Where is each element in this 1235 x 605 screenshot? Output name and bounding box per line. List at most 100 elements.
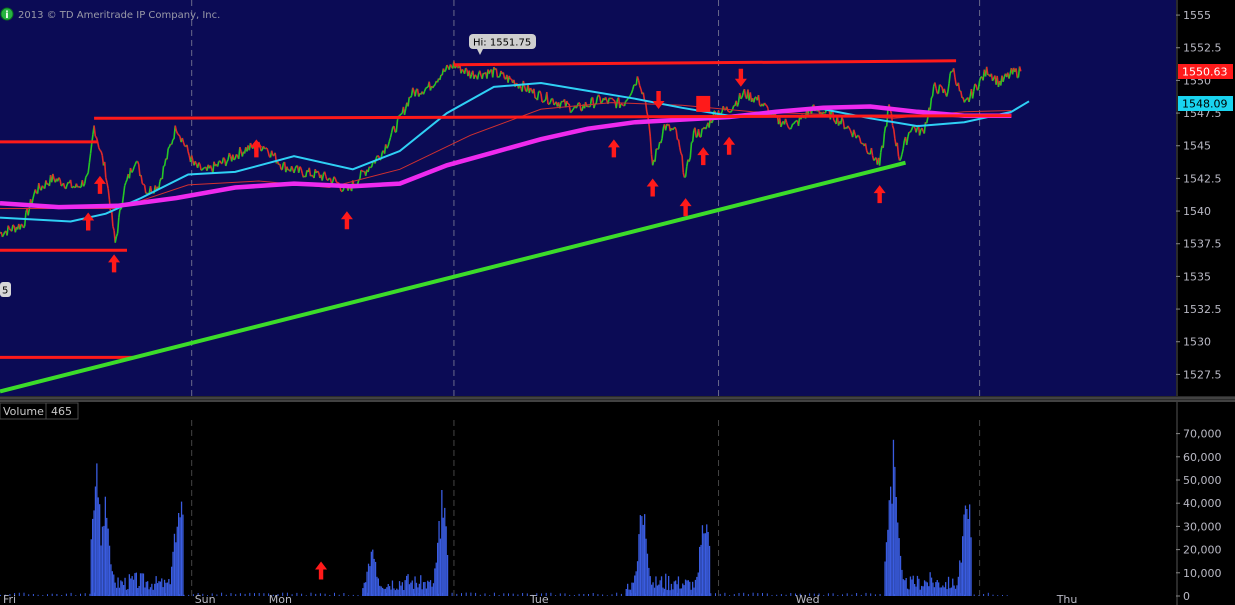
volume-bar (959, 593, 961, 596)
price-segment (134, 161, 138, 165)
volume-tick-label: 70,000 (1183, 428, 1222, 441)
volume-bar (138, 586, 140, 596)
price-segment (873, 158, 876, 162)
price-segment (94, 135, 97, 138)
price-segment (790, 123, 794, 128)
price-segment (138, 164, 141, 177)
volume-bar (645, 538, 647, 596)
volume-bar (885, 542, 888, 596)
volume-bar (890, 486, 892, 596)
price-segment (168, 143, 172, 148)
price-segment (260, 149, 263, 152)
time-tick-label: Wed (796, 593, 820, 605)
volume-bar (432, 594, 434, 596)
volume-bar (894, 466, 896, 596)
price-segment (327, 177, 330, 181)
price-segment (542, 100, 546, 103)
volume-bar (225, 594, 227, 596)
volume-bar (724, 592, 726, 596)
price-segment (579, 102, 582, 111)
price-segment (684, 176, 686, 179)
volume-bar (89, 593, 91, 596)
time-tick-label: Fri (3, 593, 16, 605)
volume-bar (396, 588, 398, 596)
price-segment (334, 177, 338, 182)
volume-bar (692, 581, 694, 596)
left-edge-label-text: 5 (2, 286, 8, 297)
left-edge-label: 5 (0, 282, 11, 297)
price-segment (540, 93, 543, 103)
price-segment (58, 177, 61, 180)
volume-bar (47, 594, 48, 596)
volume-bar (933, 587, 935, 596)
volume-bar (897, 522, 899, 596)
volume-bar (428, 593, 430, 596)
volume-bar (112, 593, 114, 596)
volume-bar (905, 578, 907, 596)
volume-bar (435, 562, 437, 596)
volume-bar (669, 590, 671, 596)
price-segment (262, 145, 266, 150)
volume-bar (56, 594, 58, 596)
volume-bar (101, 526, 104, 596)
volume-bar (634, 575, 636, 596)
volume-bar (369, 566, 371, 596)
volume-bar (682, 595, 684, 596)
price-segment (849, 129, 853, 134)
volume-bar (625, 593, 627, 596)
volume-bar (403, 590, 405, 596)
volume-bar (141, 573, 143, 596)
volume-bar (639, 595, 641, 596)
price-segment (294, 165, 298, 169)
volume-bar (117, 595, 119, 596)
volume-bar (37, 594, 39, 596)
volume-bar (366, 592, 368, 596)
price-segment (167, 146, 170, 149)
price-segment (425, 86, 428, 89)
volume-bar (790, 593, 792, 596)
price-segment (909, 129, 913, 133)
volume-bar (383, 589, 385, 596)
price-segment (443, 69, 447, 73)
price-segment (985, 66, 989, 76)
volume-bar (216, 594, 218, 596)
volume-bar (925, 581, 927, 596)
volume-bar (263, 593, 265, 596)
volume-bar (438, 521, 440, 596)
volume-bar (365, 582, 367, 596)
volume-bar (180, 501, 183, 596)
price-segment (388, 137, 392, 142)
volume-bar (108, 545, 111, 596)
volume-bar (780, 594, 782, 596)
volume-bar (992, 594, 994, 596)
volume-bar (649, 595, 651, 596)
volume-bar (367, 563, 370, 596)
price-segment (290, 165, 294, 170)
price-segment (784, 118, 788, 123)
volume-bar (441, 490, 443, 596)
volume-bar (710, 593, 712, 596)
volume-bar (641, 516, 643, 596)
volume-bar (451, 592, 453, 596)
volume-bar (158, 581, 160, 596)
volume-bar (51, 593, 53, 596)
volume-bar (931, 593, 933, 596)
volume-bar (987, 592, 989, 596)
price-segment (2, 231, 6, 236)
price-segment (333, 176, 336, 179)
volume-bar (892, 439, 895, 596)
volume-bar (950, 594, 952, 596)
volume-bar (93, 510, 95, 596)
price-segment (539, 90, 542, 95)
volume-bar (899, 555, 902, 596)
volume-bar (652, 582, 654, 596)
volume-bar (512, 593, 514, 596)
volume-bar (700, 593, 702, 596)
volume-bar (642, 524, 644, 596)
volume-bar (113, 574, 115, 596)
volume-bar (141, 594, 143, 596)
price-segment (141, 182, 144, 186)
volume-bar (945, 582, 947, 596)
volume-tick-label: 0 (1183, 590, 1190, 603)
volume-bar (693, 587, 695, 596)
